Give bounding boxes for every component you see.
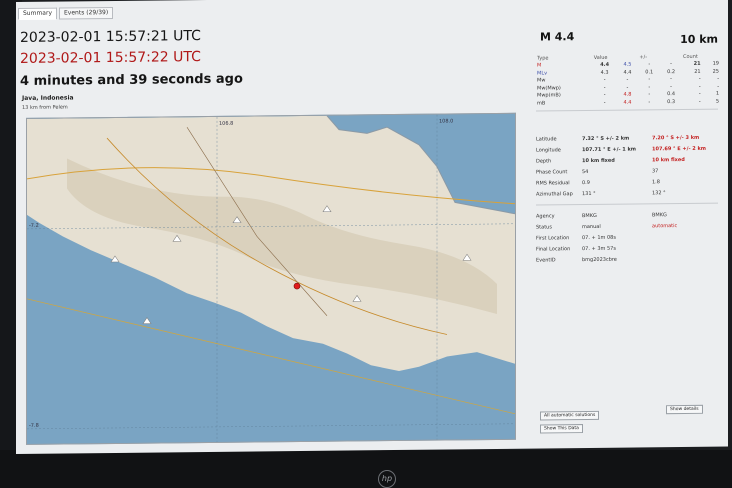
magnitude-value: M 4.4 — [540, 30, 575, 44]
depth-value: 10 km — [680, 32, 718, 47]
azimuthal-gap-row: Azimuthal Gap 131 ° 132 ° — [536, 190, 666, 198]
tab-events[interactable]: Events (29/39) — [59, 6, 114, 20]
nearest-city-distance: 13 km from Pelem — [22, 104, 68, 111]
longitude-row: Longitude 107.71 ° E +/- 1 km 107.69 ° E… — [536, 145, 707, 154]
summary-header: 2023-02-01 15:57:21 UTC 2023-02-01 15:57… — [20, 19, 515, 120]
tab-summary[interactable]: Summary — [18, 7, 57, 20]
hp-logo: hp — [378, 470, 396, 488]
details-panel: M 4.4 10 km Type Value +/- Count M 4.4 4… — [534, 25, 720, 437]
show-data-button[interactable]: Show This Data — [540, 424, 583, 434]
region-name: Java, Indonesia — [22, 94, 74, 102]
elapsed-time: 4 minutes and 39 seconds ago — [20, 71, 243, 89]
depth-row: Depth 10 km fixed 10 km fixed — [536, 156, 685, 165]
magnitude-table: Type Value +/- Count M 4.4 4.5 - - 21 19… — [536, 53, 720, 107]
status-row: Status manual automatic — [536, 223, 678, 231]
show-details-button[interactable]: Show details — [666, 404, 703, 415]
monitor-bezel-bottom — [0, 450, 732, 488]
tab-bar: Summary Events (29/39) — [16, 6, 114, 20]
divider — [536, 202, 718, 206]
latitude-row: Latitude 7.32 ° S +/- 2 km 7.20 ° S +/- … — [536, 134, 700, 143]
rms-row: RMS Residual 0.9 1.8 — [536, 179, 660, 187]
epicenter-marker[interactable] — [293, 282, 301, 290]
grid-label-lon1: 106.8 — [219, 121, 233, 127]
origin-time: 2023-02-01 15:57:21 UTC — [20, 28, 201, 46]
table-row[interactable]: mB - 4.4 - 0.3 - 5 — [536, 98, 720, 107]
grid-label-lat2: -7.8 — [29, 423, 39, 429]
map-svg: 106.8 108.0 -7.2 -7.8 — [27, 113, 515, 444]
grid-label-lon2: 108.0 — [439, 118, 453, 124]
update-time: 2023-02-01 15:57:22 UTC — [20, 49, 201, 67]
phase-count-row: Phase Count 54 37 — [536, 168, 659, 176]
event-map[interactable]: 106.8 108.0 -7.2 -7.8 — [26, 112, 516, 445]
final-location-row: Final Location 07. + 3m 57s — [536, 245, 616, 253]
screen: Summary Events (29/39) 2023-02-01 15:57:… — [16, 0, 728, 455]
agency-row: Agency BMKG BMKG — [536, 212, 667, 220]
grid-label-lat1: -7.2 — [29, 223, 39, 229]
divider — [536, 108, 718, 112]
show-solutions-button[interactable]: All automatic solutions — [540, 410, 600, 421]
event-id-row: EventID bmg2023cbre — [536, 256, 617, 264]
first-location-row: First Location 07. + 1m 08s — [536, 234, 616, 242]
